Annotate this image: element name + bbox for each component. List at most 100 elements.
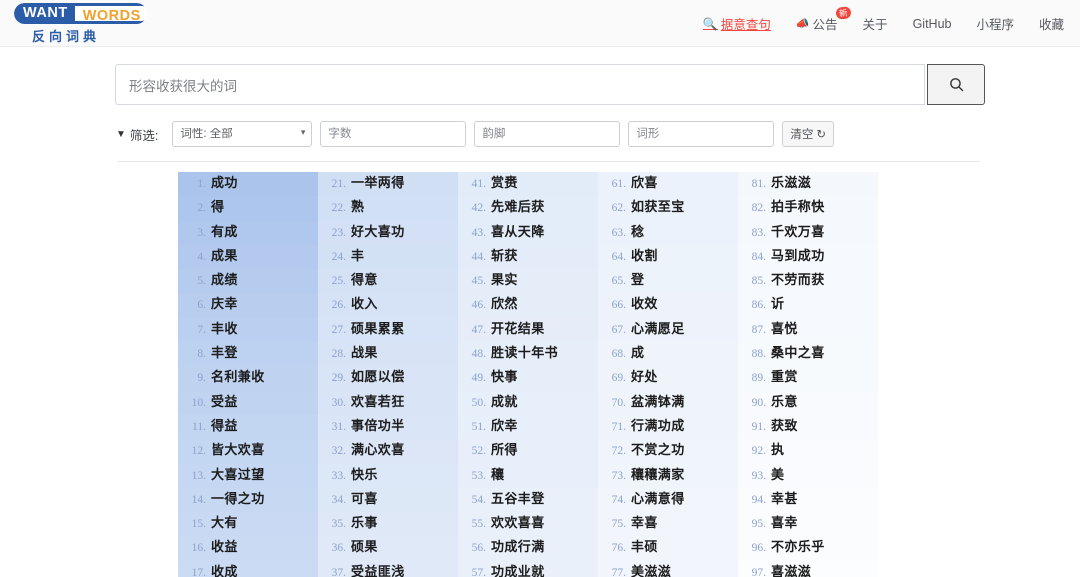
result-word[interactable]: 欢欢喜喜 <box>491 512 545 531</box>
result-item[interactable]: 29. 如愿以偿 <box>318 366 458 391</box>
result-item[interactable]: 48. 胜读十年书 <box>458 342 598 367</box>
result-word[interactable]: 拍手称快 <box>771 196 825 215</box>
result-word[interactable]: 如愿以偿 <box>351 366 405 385</box>
result-item[interactable]: 96. 不亦乐乎 <box>738 536 878 560</box>
result-word[interactable]: 皆大欢喜 <box>211 439 265 458</box>
search-button[interactable] <box>927 64 985 105</box>
result-word[interactable]: 稔 <box>631 221 644 240</box>
result-item[interactable]: 26. 收入 <box>318 293 458 318</box>
result-word[interactable]: 熟 <box>351 196 364 215</box>
result-word[interactable]: 美 <box>771 464 784 483</box>
result-word[interactable]: 庆幸 <box>211 293 238 312</box>
result-item[interactable]: 45. 果实 <box>458 269 598 294</box>
result-item[interactable]: 43. 喜从天降 <box>458 220 598 245</box>
result-word[interactable]: 不赏之功 <box>631 439 685 458</box>
result-word[interactable]: 喜滋滋 <box>771 561 811 577</box>
result-item[interactable]: 6. 庆幸 <box>178 293 318 318</box>
result-word[interactable]: 欣幸 <box>491 415 518 434</box>
result-item[interactable]: 52. 所得 <box>458 439 598 464</box>
result-word[interactable]: 战果 <box>351 342 378 361</box>
site-logo[interactable]: WANT WORDS 反向词典 <box>14 3 164 45</box>
result-item[interactable]: 31. 事倍功半 <box>318 414 458 440</box>
result-item[interactable]: 5. 成绩 <box>178 269 318 294</box>
result-word[interactable]: 桑中之喜 <box>771 342 825 361</box>
nav-item-miniprogram[interactable]: 小程序 <box>976 14 1014 33</box>
result-item[interactable]: 51. 欣幸 <box>458 414 598 440</box>
result-word[interactable]: 喜从天降 <box>491 221 545 240</box>
result-item[interactable]: 81. 乐滋滋 <box>738 172 878 197</box>
result-word[interactable]: 丰收 <box>211 318 238 337</box>
nav-item-github[interactable]: GitHub <box>913 17 952 31</box>
result-word[interactable]: 心满意得 <box>631 488 685 507</box>
result-word[interactable]: 千欢万喜 <box>771 221 825 240</box>
result-item[interactable]: 93. 美 <box>738 463 878 488</box>
result-word[interactable]: 成果 <box>211 245 238 264</box>
char-count-input[interactable] <box>320 121 467 147</box>
result-word[interactable]: 好处 <box>631 366 658 385</box>
result-word[interactable]: 成 <box>631 342 644 361</box>
result-item[interactable]: 71. 行满功成 <box>598 414 738 440</box>
result-item[interactable]: 34. 可喜 <box>318 487 458 513</box>
result-item[interactable]: 55. 欢欢喜喜 <box>458 512 598 537</box>
result-word[interactable]: 心满愿足 <box>631 318 685 337</box>
result-item[interactable]: 13. 大喜过望 <box>178 463 318 488</box>
result-word[interactable]: 喜悦 <box>771 318 798 337</box>
result-word[interactable]: 名利兼收 <box>211 366 265 385</box>
result-item[interactable]: 86. 䜣 <box>738 293 878 318</box>
result-item[interactable]: 32. 满心欢喜 <box>318 439 458 464</box>
result-word[interactable]: 不劳而获 <box>771 269 825 288</box>
word-shape-input[interactable] <box>628 121 775 147</box>
result-word[interactable]: 欣然 <box>491 293 518 312</box>
result-item[interactable]: 64. 收割 <box>598 244 738 270</box>
result-item[interactable]: 83. 千欢万喜 <box>738 220 878 245</box>
result-item[interactable]: 85. 不劳而获 <box>738 269 878 294</box>
result-word[interactable]: 喜幸 <box>771 512 798 531</box>
result-word[interactable]: 受益匪浅 <box>351 561 405 577</box>
result-item[interactable]: 94. 幸甚 <box>738 488 878 512</box>
result-word[interactable]: 受益 <box>211 391 238 410</box>
result-word[interactable]: 胜读十年书 <box>491 342 558 361</box>
result-word[interactable]: 大喜过望 <box>211 464 265 483</box>
result-item[interactable]: 67. 心满愿足 <box>598 317 738 343</box>
result-word[interactable]: 幸喜 <box>631 512 658 531</box>
result-word[interactable]: 重赏 <box>771 366 798 385</box>
result-item[interactable]: 17. 收成 <box>178 560 318 577</box>
result-word[interactable]: 得益 <box>211 415 238 434</box>
result-item[interactable]: 50. 成就 <box>458 390 598 415</box>
result-word[interactable]: 穰 <box>491 464 504 483</box>
result-item[interactable]: 28. 战果 <box>318 342 458 367</box>
result-item[interactable]: 30. 欢喜若狂 <box>318 390 458 415</box>
result-item[interactable]: 95. 喜幸 <box>738 512 878 536</box>
result-item[interactable]: 24. 丰 <box>318 244 458 270</box>
result-item[interactable]: 15. 大有 <box>178 512 318 537</box>
result-word[interactable]: 获致 <box>771 415 798 434</box>
result-word[interactable]: 执 <box>771 439 784 458</box>
result-item[interactable]: 10. 受益 <box>178 390 318 415</box>
result-item[interactable]: 63. 稔 <box>598 220 738 245</box>
result-word[interactable]: 得意 <box>351 269 378 288</box>
result-item[interactable]: 46. 欣然 <box>458 293 598 318</box>
result-word[interactable]: 硕果累累 <box>351 318 405 337</box>
result-word[interactable]: 先难后获 <box>491 196 545 215</box>
result-item[interactable]: 88. 桑中之喜 <box>738 342 878 367</box>
result-word[interactable]: 䜣 <box>771 293 784 312</box>
result-word[interactable]: 行满功成 <box>631 415 685 434</box>
result-item[interactable]: 42. 先难后获 <box>458 196 598 221</box>
result-word[interactable]: 有成 <box>211 221 238 240</box>
result-item[interactable]: 65. 登 <box>598 269 738 294</box>
result-word[interactable]: 马到成功 <box>771 245 825 264</box>
result-word[interactable]: 欢喜若狂 <box>351 391 405 410</box>
result-item[interactable]: 69. 好处 <box>598 366 738 391</box>
result-item[interactable]: 70. 盆满钵满 <box>598 390 738 415</box>
result-word[interactable]: 成就 <box>491 391 518 410</box>
result-item[interactable]: 7. 丰收 <box>178 317 318 343</box>
result-item[interactable]: 62. 如获至宝 <box>598 196 738 221</box>
result-word[interactable]: 成功 <box>211 172 238 191</box>
result-word[interactable]: 丰登 <box>211 342 238 361</box>
result-item[interactable]: 66. 收效 <box>598 293 738 318</box>
result-item[interactable]: 76. 丰硕 <box>598 536 738 561</box>
nav-item-about[interactable]: 关于 <box>863 14 888 33</box>
result-item[interactable]: 37. 受益匪浅 <box>318 560 458 577</box>
result-word[interactable]: 盆满钵满 <box>631 391 685 410</box>
result-word[interactable]: 快事 <box>491 366 518 385</box>
